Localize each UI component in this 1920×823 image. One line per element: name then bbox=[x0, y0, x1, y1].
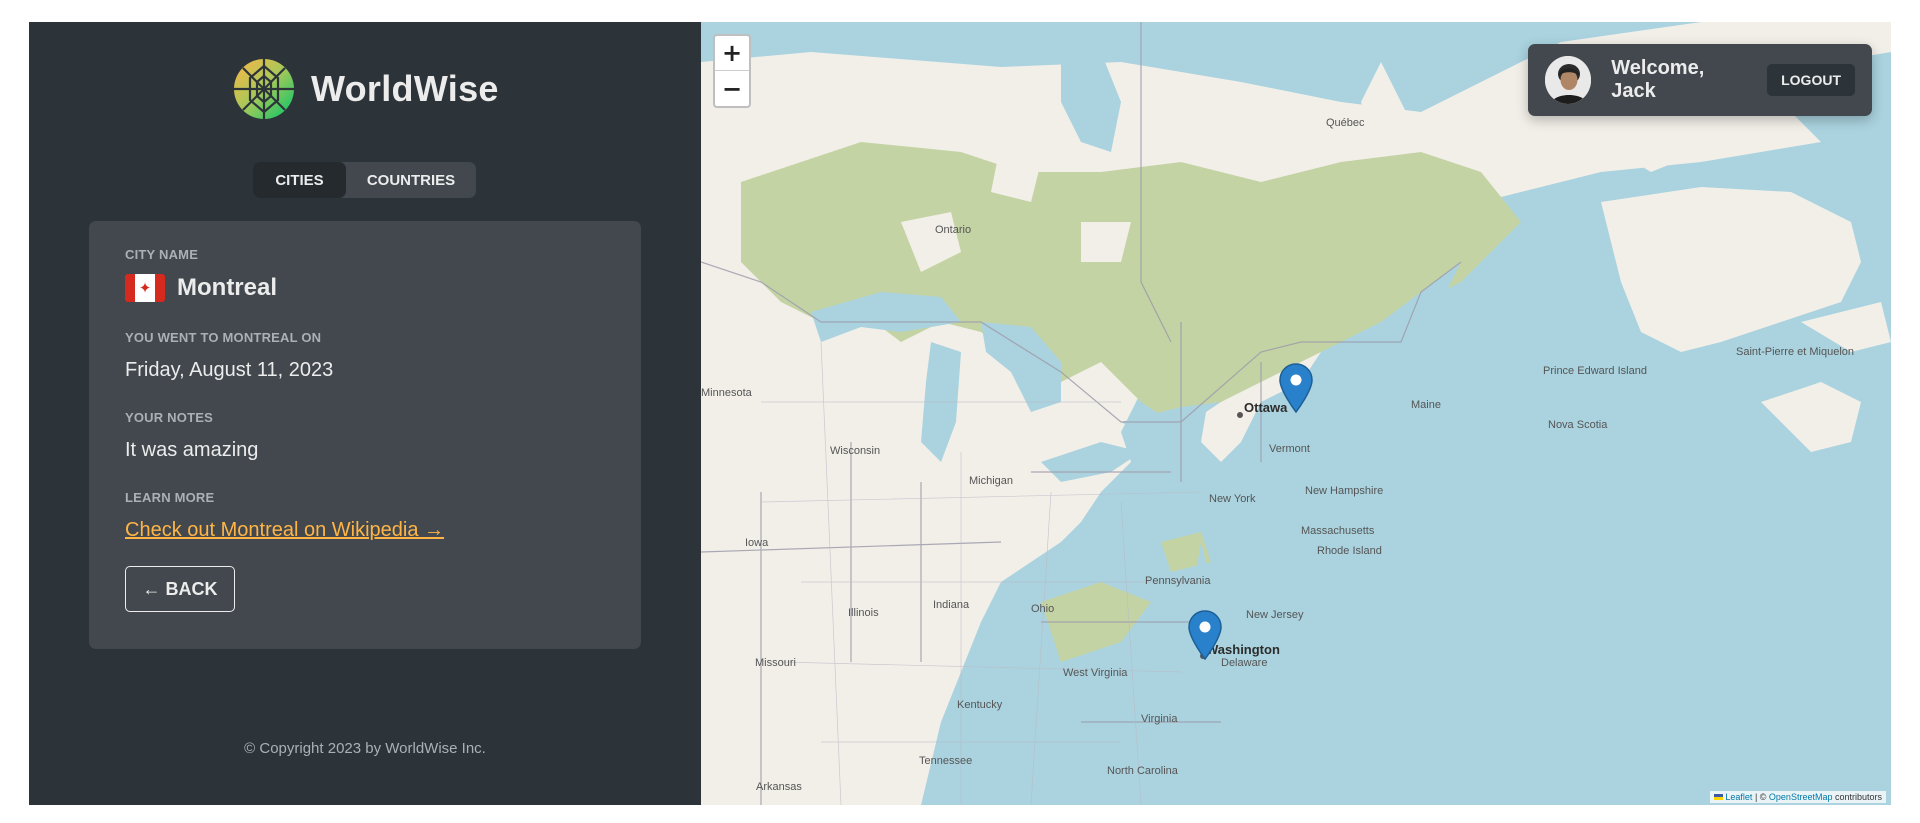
welcome-text: Welcome, Jack bbox=[1611, 57, 1705, 102]
map-label-new-hampshire: New Hampshire bbox=[1305, 485, 1383, 497]
wikipedia-link[interactable]: Check out Montreal on Wikipedia → bbox=[125, 519, 444, 542]
app-layout: WorldWise CITIES COUNTRIES CITY NAME ✦ M… bbox=[29, 22, 1891, 805]
learn-more-label: LEARN MORE bbox=[125, 490, 215, 505]
map-label-wisconsin: Wisconsin bbox=[830, 445, 880, 457]
worldwise-logo-icon bbox=[234, 59, 294, 119]
map-label-indiana: Indiana bbox=[933, 599, 970, 611]
map-label-minnesota: Minnesota bbox=[701, 387, 753, 399]
sidebar: WorldWise CITIES COUNTRIES CITY NAME ✦ M… bbox=[29, 22, 701, 805]
city-name: Montreal bbox=[177, 274, 278, 301]
map-label-tennessee: Tennessee bbox=[919, 755, 972, 767]
map-label-virginia: Virginia bbox=[1141, 713, 1178, 725]
notes-label: YOUR NOTES bbox=[125, 410, 213, 425]
map-label-quebec: Québec bbox=[1326, 117, 1365, 129]
map-label-rhode-island: Rhode Island bbox=[1317, 545, 1382, 557]
leaflet-link[interactable]: Leaflet bbox=[1725, 792, 1752, 802]
user-panel: Welcome, Jack LOGOUT bbox=[1528, 44, 1872, 116]
map-container[interactable]: Ontario Québec Minnesota Wisconsin Michi… bbox=[701, 22, 1891, 805]
map-label-pei: Prince Edward Island bbox=[1543, 365, 1647, 377]
avatar bbox=[1545, 56, 1592, 104]
map-label-vermont: Vermont bbox=[1269, 443, 1310, 455]
notes-field: YOUR NOTES It was amazing bbox=[125, 410, 605, 462]
zoom-in-button[interactable]: + bbox=[715, 36, 749, 71]
map-label-ohio: Ohio bbox=[1031, 603, 1054, 615]
city-name-label: CITY NAME bbox=[125, 247, 199, 262]
canada-flag-icon: ✦ bbox=[125, 274, 165, 302]
back-button[interactable]: ← BACK bbox=[125, 566, 235, 612]
view-tabs: CITIES COUNTRIES bbox=[253, 162, 476, 198]
map-label-nova-scotia: Nova Scotia bbox=[1548, 419, 1608, 431]
notes-text: It was amazing bbox=[125, 439, 259, 461]
map-label-new-jersey: New Jersey bbox=[1246, 609, 1304, 621]
visit-date-field: YOU WENT TO MONTREAL ON Friday, August 1… bbox=[125, 330, 605, 382]
map-label-north-carolina: North Carolina bbox=[1107, 765, 1179, 777]
attribution-separator: | © bbox=[1752, 792, 1769, 802]
map-label-arkansas: Arkansas bbox=[756, 781, 802, 793]
map-label-kentucky: Kentucky bbox=[957, 699, 1003, 711]
map-label-delaware: Delaware bbox=[1221, 657, 1267, 669]
visit-date-label: YOU WENT TO MONTREAL ON bbox=[125, 330, 322, 345]
ottawa-marker-icon[interactable] bbox=[1279, 363, 1313, 413]
zoom-out-button[interactable]: − bbox=[715, 71, 749, 106]
city-name-field: CITY NAME ✦ Montreal bbox=[125, 247, 605, 302]
visit-date: Friday, August 11, 2023 bbox=[125, 359, 334, 381]
map-label-new-york: New York bbox=[1209, 493, 1256, 505]
leaflet-flag-icon bbox=[1714, 794, 1724, 800]
map-label-maine: Maine bbox=[1411, 399, 1441, 411]
city-name-row: ✦ Montreal bbox=[125, 274, 605, 302]
map-label-iowa: Iowa bbox=[745, 537, 769, 549]
tab-cities[interactable]: CITIES bbox=[253, 162, 346, 198]
washington-marker-icon[interactable] bbox=[1188, 610, 1222, 660]
map-label-west-virginia: West Virginia bbox=[1063, 667, 1128, 679]
tab-countries[interactable]: COUNTRIES bbox=[346, 162, 476, 198]
learn-more-field: LEARN MORE Check out Montreal on Wikiped… bbox=[125, 490, 605, 542]
logo[interactable]: WorldWise bbox=[233, 58, 499, 120]
user-avatar-icon bbox=[1545, 56, 1592, 104]
zoom-controls: + − bbox=[713, 34, 751, 108]
map-tiles[interactable]: Ontario Québec Minnesota Wisconsin Michi… bbox=[701, 22, 1891, 805]
city-details-card: CITY NAME ✦ Montreal YOU WENT TO MONTREA… bbox=[89, 221, 641, 649]
map-label-illinois: Illinois bbox=[848, 607, 879, 619]
map-label-michigan: Michigan bbox=[969, 475, 1013, 487]
logout-button[interactable]: LOGOUT bbox=[1767, 64, 1855, 96]
map-label-massachusetts: Massachusetts bbox=[1301, 525, 1375, 537]
map-label-missouri: Missouri bbox=[755, 657, 796, 669]
map-attribution: Leaflet | © OpenStreetMap contributors bbox=[1710, 791, 1886, 803]
app-name: WorldWise bbox=[311, 68, 499, 109]
copyright-footer: © Copyright 2023 by WorldWise Inc. bbox=[244, 740, 486, 757]
openstreetmap-link[interactable]: OpenStreetMap bbox=[1769, 792, 1833, 802]
attribution-tail: contributors bbox=[1832, 792, 1882, 802]
map-label-ontario: Ontario bbox=[935, 224, 971, 236]
map-label-pennsylvania: Pennsylvania bbox=[1145, 575, 1211, 587]
map-label-spm: Saint-Pierre et Miquelon bbox=[1736, 346, 1854, 358]
